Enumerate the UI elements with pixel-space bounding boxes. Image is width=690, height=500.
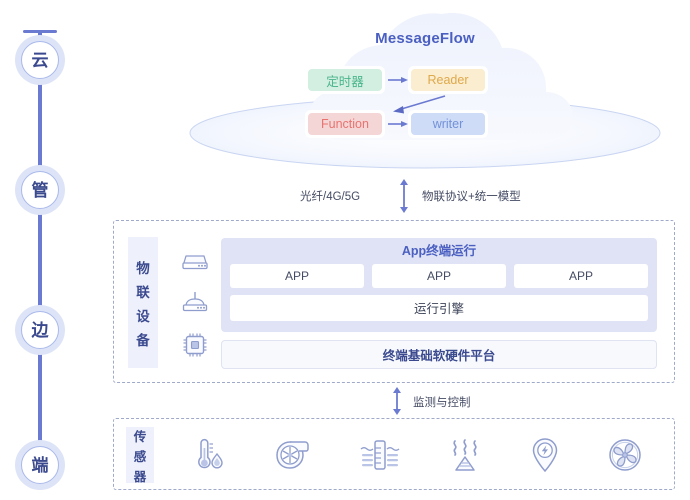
cloud-zone: MessageFlow 定时器 Reader Function writer <box>160 0 690 172</box>
sensor-icon-4 <box>447 437 483 473</box>
device-box-icon <box>182 255 208 269</box>
sensor-icon-1 <box>189 436 225 474</box>
sensor-icon-row <box>166 419 666 491</box>
app-cell-2[interactable]: APP <box>372 263 506 288</box>
app-runtime-title: App终端运行 <box>401 244 477 258</box>
sensor-icon-5 <box>530 436 560 474</box>
link-cloud-to-device: 光纤/4G/5G 物联协议+统一模型 <box>160 175 690 217</box>
sensor-side-label-char-1: 感 <box>133 449 147 464</box>
turbine-blower-icon <box>276 441 309 469</box>
flow-node-timer[interactable]: 定时器 <box>305 66 385 94</box>
sensor-side-label-char-0: 传 <box>133 429 147 444</box>
app-cell-1[interactable]: APP <box>230 263 364 288</box>
timeline-node-pipe-label: 管 <box>21 171 59 209</box>
iot-device-side-label-char-2: 设 <box>136 308 150 324</box>
iot-device-icon-column <box>174 239 216 367</box>
location-power-pin-icon <box>532 438 558 473</box>
sensor-side-label-char-2: 器 <box>133 469 147 484</box>
flow-node-writer-label: writer <box>411 113 485 135</box>
hardware-platform-bar[interactable]: 终端基础软硬件平台 <box>221 340 657 369</box>
smoke-heat-icon <box>453 439 477 471</box>
sensor-side-label: 传 感 器 <box>126 427 154 484</box>
app-cell-3[interactable]: APP <box>514 263 648 288</box>
flow-node-timer-label: 定时器 <box>308 69 382 91</box>
iot-device-panel: 物 联 设 备 App终端运行 APP APP APP 运行引擎 终端基础软硬件… <box>113 220 675 383</box>
sensor-icon-3 <box>359 438 401 472</box>
iot-device-side-label-char-0: 物 <box>136 260 150 276</box>
app-runtime-panel: App终端运行 APP APP APP 运行引擎 <box>221 238 657 332</box>
flow-node-reader-label: Reader <box>411 69 485 91</box>
stage-timeline: 云 管 边 端 <box>0 0 112 500</box>
flow-node-writer[interactable]: writer <box>408 110 488 138</box>
app-row: APP APP APP <box>230 263 648 288</box>
iot-device-side-label-char-1: 联 <box>136 284 150 300</box>
sensor-icon-2 <box>272 437 312 473</box>
link-label-transport: 光纤/4G/5G <box>300 191 361 203</box>
iot-device-side-label-char-3: 备 <box>136 332 150 348</box>
flow-node-function-label: Function <box>308 113 382 135</box>
timeline-line <box>38 31 42 471</box>
link-device-to-sensor: 监测与控制 <box>113 385 675 417</box>
sensor-icon-6 <box>607 437 643 473</box>
timeline-node-cloud-label: 云 <box>21 41 59 79</box>
runtime-engine-bar[interactable]: 运行引擎 <box>230 294 648 321</box>
timeline-node-pipe[interactable]: 管 <box>15 165 65 215</box>
timeline-node-edge-label: 边 <box>21 311 59 349</box>
sensor-panel: 传 感 器 <box>113 418 675 490</box>
cpu-chip-icon <box>183 333 207 357</box>
fan-icon <box>608 439 641 471</box>
cloud-title: MessageFlow <box>375 30 475 47</box>
bidirectional-arrow-icon-2 <box>393 387 401 415</box>
diagram-canvas: 云 管 边 端 MessageFlow 定时器 Reader Function … <box>0 0 690 500</box>
water-level-gauge-icon <box>360 440 400 470</box>
link-label-monitor-control: 监测与控制 <box>413 397 471 409</box>
iot-device-side-label: 物 联 设 备 <box>128 237 158 368</box>
bidirectional-arrow-icon <box>400 179 408 213</box>
router-antenna-icon <box>182 291 208 312</box>
thermometer-humidity-icon <box>198 438 224 469</box>
timeline-node-terminal[interactable]: 端 <box>15 440 65 490</box>
timeline-node-terminal-label: 端 <box>21 446 59 484</box>
link-label-protocol: 物联协议+统一模型 <box>422 191 521 203</box>
flow-node-function[interactable]: Function <box>305 110 385 138</box>
flow-node-reader[interactable]: Reader <box>408 66 488 94</box>
timeline-node-cloud[interactable]: 云 <box>15 35 65 85</box>
timeline-node-edge[interactable]: 边 <box>15 305 65 355</box>
